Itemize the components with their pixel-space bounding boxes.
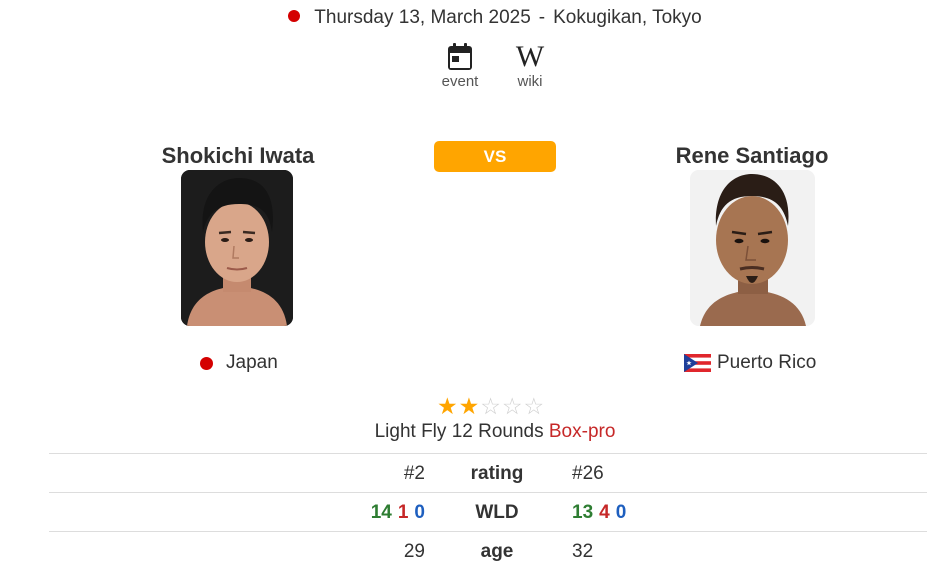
bout-rating-stars: ★ ★ ☆ ☆ ☆ (437, 395, 544, 419)
wld-left: 14 1 0 (371, 502, 425, 524)
rating-left: #2 (403, 463, 425, 484)
table-row-wld: 14 1 0 WLD 13 4 0 (49, 492, 927, 531)
fighter-left-country-label: Japan (226, 352, 278, 373)
fighter-left-photo[interactable] (181, 170, 293, 326)
fighter-left-country: Japan (200, 352, 278, 374)
fighter-right-country-label: Puerto Rico (717, 352, 817, 373)
event-venue: Kokugikan, Tokyo (553, 7, 702, 28)
wld-right-draws: 0 (615, 502, 627, 523)
wiki-link[interactable]: W wiki (508, 40, 552, 91)
event-links: event W wiki (0, 40, 927, 91)
star-filled-icon: ★ (458, 394, 480, 420)
wikipedia-icon: W (515, 40, 545, 73)
fighter-right-country: Puerto Rico (684, 352, 816, 374)
rating-label: rating (470, 463, 524, 484)
fighter-left-name[interactable]: Shokichi Iwata (108, 143, 368, 169)
vs-badge: VS (434, 141, 556, 172)
age-right: 32 (572, 541, 594, 562)
japan-flag-icon (200, 356, 213, 370)
bout-rounds: 12 Rounds (451, 421, 544, 442)
wld-right: 13 4 0 (572, 502, 626, 524)
wld-right-wins: 13 (572, 502, 594, 523)
wld-left-draws: 0 (414, 502, 425, 523)
table-row-rating: #2 rating #26 (49, 453, 927, 492)
live-dot-icon (288, 10, 301, 22)
star-empty-icon: ☆ (501, 394, 523, 420)
event-date: Thursday 13, March 2025 (314, 7, 531, 28)
age-left: 29 (403, 541, 425, 562)
star-empty-icon: ☆ (523, 394, 545, 420)
wld-left-wins: 14 (370, 502, 392, 523)
event-info: Thursday 13, March 2025- Kokugikan, Tokyo (0, 7, 927, 29)
star-empty-icon: ☆ (480, 394, 501, 420)
bout-division: Light Fly (374, 421, 447, 442)
comparison-table: #2 rating #26 14 1 0 WLD 13 4 0 29 age 32 (49, 453, 927, 568)
event-link-label: event (441, 73, 479, 90)
event-separator: - (538, 7, 546, 28)
puerto-rico-flag-icon (684, 354, 711, 372)
event-link[interactable]: event (438, 42, 482, 90)
fighter-right-photo[interactable] (690, 170, 815, 326)
age-label: age (480, 541, 514, 562)
wiki-link-label: wiki (517, 73, 543, 90)
bout-type-link[interactable]: Box-pro (549, 421, 616, 442)
star-filled-icon: ★ (437, 394, 458, 420)
rating-right: #26 (572, 463, 604, 484)
calendar-icon (447, 42, 473, 72)
wld-label: WLD (475, 502, 519, 523)
wld-right-losses: 4 (599, 502, 610, 523)
bout-details: Light Fly 12 Rounds Box-pro (0, 421, 927, 443)
table-row-age: 29 age 32 (49, 531, 927, 568)
wld-left-losses: 1 (397, 502, 409, 523)
fighter-right-name[interactable]: Rene Santiago (622, 143, 882, 169)
